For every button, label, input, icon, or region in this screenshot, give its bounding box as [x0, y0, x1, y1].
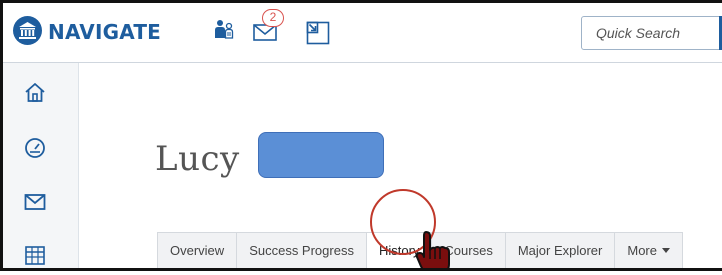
quick-search[interactable] [581, 16, 722, 50]
home-icon[interactable] [23, 81, 47, 105]
top-header: NAVIGATE 2 [3, 3, 722, 63]
caret-down-icon [661, 248, 670, 253]
student-first-name: Lucy [155, 139, 240, 179]
institution-icon[interactable] [13, 16, 42, 45]
redacted-last-name [258, 132, 384, 178]
student-tabs: Overview Success Progress History Course… [157, 232, 683, 268]
tab-more[interactable]: More [615, 233, 682, 268]
mail-icon[interactable] [23, 190, 47, 214]
calendar-icon[interactable] [23, 243, 47, 267]
tab-history[interactable]: History [366, 233, 433, 268]
people-icon[interactable] [212, 17, 236, 41]
app-frame: NAVIGATE 2 Quick Search Lucy Overview Su… [0, 0, 722, 271]
brand-name[interactable]: NAVIGATE [48, 20, 161, 44]
tab-success-progress[interactable]: Success Progress [237, 233, 367, 268]
left-sidebar [3, 63, 79, 268]
message-count-badge[interactable]: 2 [262, 9, 284, 27]
tab-overview[interactable]: Overview [158, 233, 238, 268]
tab-major-explorer[interactable]: Major Explorer [506, 233, 616, 268]
gauge-icon[interactable] [23, 136, 47, 160]
quick-add-icon[interactable] [306, 21, 330, 45]
search-input[interactable] [582, 17, 722, 49]
tab-more-label: More [627, 243, 657, 258]
tab-courses[interactable]: Courses [432, 233, 506, 268]
